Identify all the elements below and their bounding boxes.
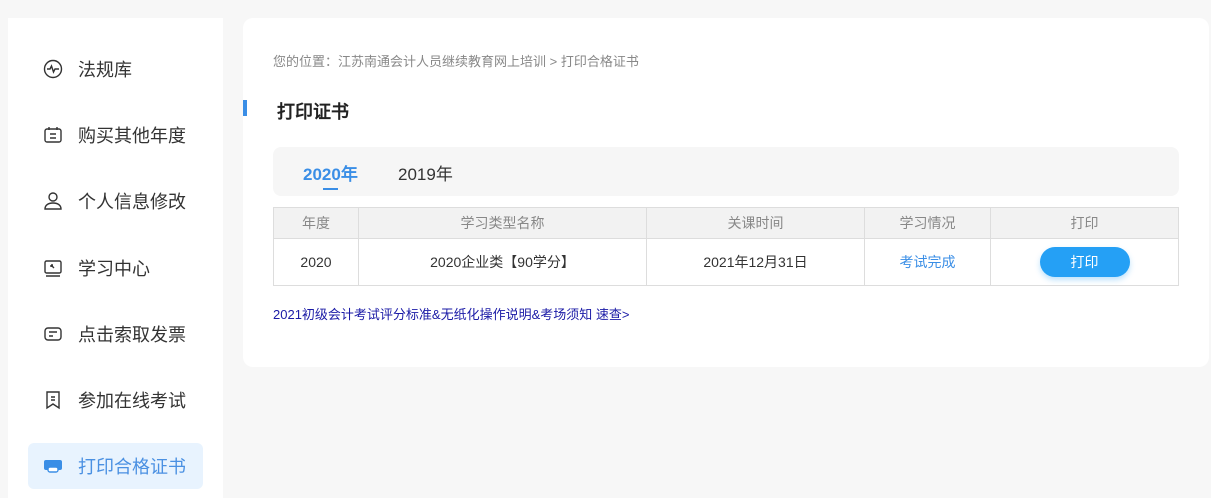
page-title: 打印证书 xyxy=(277,102,349,122)
sidebar-item-label: 打印合格证书 xyxy=(78,457,186,477)
table-header-row: 年度 学习类型名称 关课时间 学习情况 打印 xyxy=(273,207,1179,239)
cell-close-time: 2021年12月31日 xyxy=(646,238,865,286)
exam-icon xyxy=(42,389,64,411)
exam-notice-link[interactable]: 2021初级会计考试评分标准&无纸化操作说明&考场须知 速查> xyxy=(273,304,629,323)
sidebar-item-study-center[interactable]: 学习中心 xyxy=(28,245,203,291)
breadcrumb: 您的位置：江苏南通会计人员继续教育网上培训 > 打印合格证书 xyxy=(273,54,639,69)
certificate-table: 年度 学习类型名称 关课时间 学习情况 打印 2020 2020企业类【90学分… xyxy=(273,207,1179,286)
print-button[interactable]: 打印 xyxy=(1039,247,1130,277)
screen-icon xyxy=(42,257,64,279)
sidebar-item-label: 点击索取发票 xyxy=(78,325,186,345)
sidebar-item-regulations[interactable]: 法规库 xyxy=(28,46,203,92)
main-panel: 您的位置：江苏南通会计人员继续教育网上培训 > 打印合格证书 打印证书 2020… xyxy=(243,18,1209,367)
sidebar-item-online-exam[interactable]: 参加在线考试 xyxy=(28,377,203,423)
sidebar-item-print-certificate[interactable]: 打印合格证书 xyxy=(28,443,203,489)
sidebar: 法规库 购买其他年度 个人信息修改 学习中心 点击索取发票 参加在线考试 打印合… xyxy=(8,18,223,498)
printer-icon xyxy=(42,455,64,477)
sidebar-item-label: 参加在线考试 xyxy=(78,391,186,411)
header-print: 打印 xyxy=(990,207,1179,239)
cell-type: 2020企业类【90学分】 xyxy=(358,238,647,286)
cell-print: 打印 xyxy=(990,238,1179,286)
header-status: 学习情况 xyxy=(864,207,991,239)
sidebar-item-invoice[interactable]: 点击索取发票 xyxy=(28,311,203,357)
sidebar-item-profile[interactable]: 个人信息修改 xyxy=(28,178,203,224)
header-year: 年度 xyxy=(273,207,359,239)
sidebar-item-label: 购买其他年度 xyxy=(78,126,186,146)
user-icon xyxy=(42,190,64,212)
invoice-icon xyxy=(42,323,64,345)
cell-status: 考试完成 xyxy=(864,238,991,286)
calendar-icon xyxy=(42,124,64,146)
tab-2019[interactable]: 2019年 xyxy=(398,160,453,185)
title-accent-bar xyxy=(243,100,247,116)
sidebar-item-label: 学习中心 xyxy=(78,259,150,279)
header-close-time: 关课时间 xyxy=(646,207,865,239)
tab-2020[interactable]: 2020年 xyxy=(303,160,358,190)
pulse-icon xyxy=(42,58,64,80)
header-type: 学习类型名称 xyxy=(358,207,647,239)
cell-year: 2020 xyxy=(273,238,359,286)
table-row: 2020 2020企业类【90学分】 2021年12月31日 考试完成 打印 xyxy=(273,238,1179,286)
year-tabs: 2020年 2019年 xyxy=(273,147,1179,196)
sidebar-item-label: 个人信息修改 xyxy=(78,192,186,212)
sidebar-item-label: 法规库 xyxy=(78,60,132,80)
sidebar-item-buy-other-year[interactable]: 购买其他年度 xyxy=(28,112,203,158)
